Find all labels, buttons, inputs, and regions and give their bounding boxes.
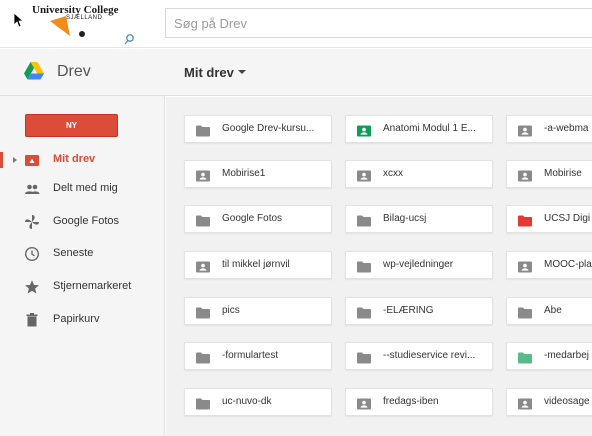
shared-folder-icon: [518, 169, 532, 182]
clock-icon: [24, 246, 40, 262]
folder-item[interactable]: -formulartest: [184, 342, 332, 370]
folder-item[interactable]: Mobirise1: [184, 160, 332, 188]
sidebar-item-label: Mit drev: [53, 153, 96, 165]
sidebar-item-label: Papirkurv: [53, 313, 100, 325]
sidebar-item-label: Google Fotos: [53, 215, 120, 227]
shared-folder-icon: [518, 260, 532, 273]
folder-item[interactable]: pics: [184, 297, 332, 325]
shared-folder-icon: [518, 397, 532, 410]
shared-people-icon: [24, 181, 40, 197]
folder-name: MOOC-pla: [544, 259, 592, 270]
folder-name: xcxx: [383, 168, 403, 179]
folder-item[interactable]: videosage: [506, 388, 592, 416]
folder-item[interactable]: Anatomi Modul 1 E...: [345, 115, 493, 143]
search-box[interactable]: [165, 8, 592, 38]
expand-arrow-icon[interactable]: [13, 157, 17, 163]
top-bar: University College SJÆLLAND: [0, 0, 592, 48]
folder-name: videosage: [544, 396, 590, 407]
folder-item[interactable]: Mobirise: [506, 160, 592, 188]
sidebar-item[interactable]: Seneste: [0, 242, 165, 266]
mouse-cursor-icon: [13, 12, 23, 28]
new-button[interactable]: NY: [25, 114, 118, 137]
folder-icon: [196, 214, 210, 227]
folder-name: Abe: [544, 305, 562, 316]
folder-name: til mikkel jørnvil: [222, 259, 290, 270]
search-input[interactable]: [166, 9, 592, 37]
folder-name: -a-webma: [544, 123, 589, 134]
folder-item[interactable]: uc-nuvo-dk: [184, 388, 332, 416]
folder-item[interactable]: -a-webma: [506, 115, 592, 143]
photos-pinwheel-icon: [24, 214, 40, 230]
sidebar-item[interactable]: Delt med mig: [0, 177, 165, 201]
folder-item[interactable]: -ELÆRING: [345, 297, 493, 325]
folder-icon: [196, 397, 210, 410]
folder-name: Mobirise1: [222, 168, 266, 179]
shared-folder-icon: [196, 169, 210, 182]
folder-icon: [518, 351, 532, 364]
folder-item[interactable]: fredags-iben: [345, 388, 493, 416]
folder-icon: [518, 214, 532, 227]
folder-item[interactable]: -medarbej: [506, 342, 592, 370]
star-icon: [24, 279, 40, 295]
university-logo[interactable]: University College SJÆLLAND: [30, 4, 142, 46]
sidebar: NY Mit drev Delt med mig Google Fotos Senes…: [0, 96, 165, 436]
folder-icon: [196, 306, 210, 319]
folder-name: UCSJ Digi: [544, 213, 591, 224]
folder-item[interactable]: xcxx: [345, 160, 493, 188]
folder-item[interactable]: Google Drev-kursu...: [184, 115, 332, 143]
folder-name: Google Drev-kursu...: [222, 123, 315, 134]
folder-grid: Google Drev-kursu... Anatomi Modul 1 E...…: [166, 97, 592, 436]
trash-icon: [24, 312, 40, 328]
folder-name: -ELÆRING: [383, 305, 434, 316]
folder-name: fredags-iben: [383, 396, 439, 407]
sidebar-item-label: Seneste: [53, 247, 94, 259]
folder-icon: [357, 306, 371, 319]
folder-name: wp-vejledninger: [383, 259, 454, 270]
shared-folder-icon: [196, 260, 210, 273]
app-name: Drev: [57, 63, 91, 80]
folder-item[interactable]: UCSJ Digi: [506, 205, 592, 233]
folder-item[interactable]: MOOC-pla: [506, 251, 592, 279]
folder-icon: [357, 351, 371, 364]
sidebar-item[interactable]: Mit drev: [0, 148, 165, 172]
folder-name: --studieservice revi...: [383, 350, 476, 361]
sidebar-item-label: Delt med mig: [53, 182, 118, 194]
sidebar-item[interactable]: Stjernemarkeret: [0, 275, 165, 299]
shared-folder-icon: [357, 397, 371, 410]
folder-item[interactable]: wp-vejledninger: [345, 251, 493, 279]
my-drive-icon: [24, 152, 40, 168]
app-header: Drev Mit drev: [0, 49, 592, 96]
folder-name: Mobirise: [544, 168, 582, 179]
folder-item[interactable]: Abe: [506, 297, 592, 325]
folder-name: Google Fotos: [222, 213, 283, 224]
folder-icon: [357, 260, 371, 273]
folder-item[interactable]: til mikkel jørnvil: [184, 251, 332, 279]
sidebar-item[interactable]: Google Fotos: [0, 210, 165, 234]
active-indicator: [0, 152, 3, 168]
shared-folder-icon: [357, 169, 371, 182]
folder-name: -formulartest: [222, 350, 279, 361]
folder-name: Bilag-ucsj: [383, 213, 427, 224]
chevron-down-icon[interactable]: [238, 70, 246, 74]
folder-icon: [196, 351, 210, 364]
sidebar-item-label: Stjernemarkeret: [53, 280, 132, 292]
drive-logo-icon[interactable]: [24, 62, 44, 80]
folder-item[interactable]: --studieservice revi...: [345, 342, 493, 370]
shared-folder-icon: [357, 124, 371, 137]
folder-name: uc-nuvo-dk: [222, 396, 272, 407]
folder-icon: [357, 214, 371, 227]
shared-folder-icon: [518, 124, 532, 137]
folder-item[interactable]: Bilag-ucsj: [345, 205, 493, 233]
folder-item[interactable]: Google Fotos: [184, 205, 332, 233]
brand-mark-icon: [50, 16, 134, 45]
sidebar-item[interactable]: Papirkurv: [0, 308, 165, 332]
breadcrumb-current[interactable]: Mit drev: [184, 65, 234, 80]
folder-name: pics: [222, 305, 240, 316]
folder-icon: [518, 306, 532, 319]
folder-name: -medarbej: [544, 350, 590, 361]
folder-icon: [196, 124, 210, 137]
folder-name: Anatomi Modul 1 E...: [383, 123, 476, 134]
